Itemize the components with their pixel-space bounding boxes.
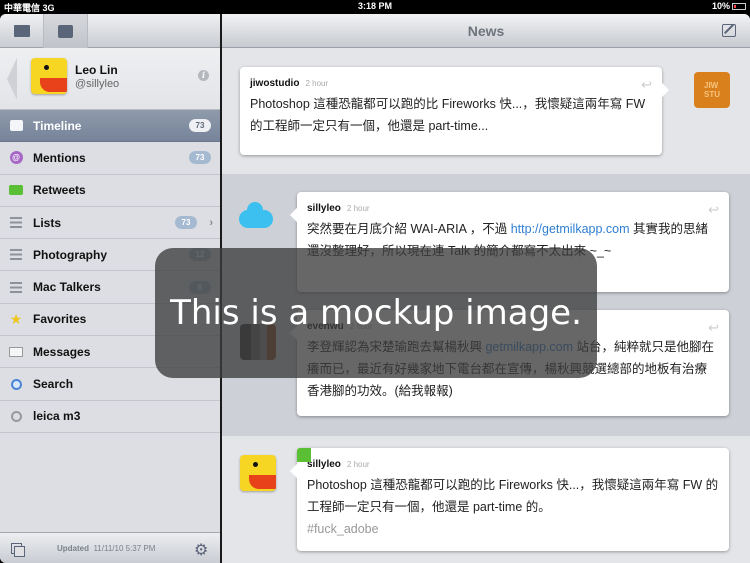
chevron-right-icon: ›	[209, 216, 213, 229]
sidebar-toolbar	[0, 14, 221, 48]
clock: 3:18 PM	[357, 1, 392, 11]
sidebar-item-timeline[interactable]: Timeline 73	[0, 110, 221, 143]
stack-icon	[13, 25, 30, 37]
mail-icon	[9, 346, 23, 357]
battery-icon	[732, 2, 746, 10]
avatar[interactable]: JIW STU	[694, 72, 730, 108]
reply-icon[interactable]: ↩	[641, 77, 652, 93]
tweet-card[interactable]: sillyleo 2 hour Photoshop 這種恐龍都可以跑的比 Fire…	[289, 448, 729, 551]
mention-icon: @	[9, 151, 23, 165]
reply-icon[interactable]: ↩	[708, 320, 719, 336]
count-badge: 73	[189, 151, 211, 165]
tweet-time: 2 hour	[305, 79, 329, 88]
list-icon	[10, 249, 22, 261]
retweet-icon	[9, 185, 23, 196]
count-badge: 73	[189, 119, 211, 133]
page-title: News	[467, 23, 505, 39]
sidebar-item-lists[interactable]: Lists 73 ›	[0, 207, 221, 240]
avatar[interactable]	[239, 200, 275, 236]
hashtag[interactable]: #fuck_adobe	[307, 522, 379, 536]
sidebar-item-saved-search[interactable]: leica m3	[0, 401, 221, 433]
search-icon	[10, 378, 22, 390]
tweet-text: Photoshop 這種恐龍都可以跑的比 Fireworks 快...，我懷疑這…	[250, 97, 646, 133]
updated-status: Updated 11/11/10 5:37 PM	[57, 544, 156, 553]
compose-icon[interactable]	[722, 24, 736, 37]
info-icon[interactable]: i	[198, 70, 209, 81]
reply-icon[interactable]: ↩	[708, 202, 719, 218]
back-arrow-icon[interactable]	[7, 58, 17, 100]
sidebar-item-retweets[interactable]: Retweets	[0, 175, 221, 207]
tweet-link[interactable]: http://getmilkapp.com	[511, 222, 630, 236]
tweet-author[interactable]: sillyleo	[307, 203, 341, 214]
profile-handle: @sillyleo	[75, 78, 120, 90]
timeline-icon	[9, 120, 23, 132]
avatar[interactable]	[240, 455, 276, 491]
tweet-author[interactable]: sillyleo	[307, 459, 341, 470]
tab-accounts[interactable]	[0, 14, 44, 48]
profile-name: Leo Lin	[75, 63, 118, 77]
sidebar-footer: Updated 11/11/10 5:37 PM ⚙	[0, 532, 221, 563]
mockup-watermark: This is a mockup image.	[155, 248, 597, 378]
status-bar: 中華電信 3G 3:18 PM 10%	[0, 0, 750, 14]
list-icon	[10, 281, 22, 293]
search-icon	[10, 410, 22, 422]
tweet-text: Photoshop 這種恐龍都可以跑的比 Fireworks 快...，我懷疑這…	[307, 478, 719, 536]
main-toolbar: News	[222, 14, 750, 48]
tweet-card[interactable]: jiwostudio 2 hour Photoshop 這種恐龍都可以跑的比 Fi…	[240, 67, 670, 155]
count-badge: 73	[175, 216, 197, 230]
tweet-time: 2 hour	[346, 204, 370, 213]
avatar	[31, 58, 67, 94]
note-icon	[58, 24, 73, 38]
tweet-author[interactable]: jiwostudio	[250, 78, 299, 89]
list-icon	[10, 217, 22, 229]
sidebar-item-mentions[interactable]: @ Mentions 73	[0, 142, 221, 175]
tab-timeline[interactable]	[44, 14, 88, 48]
battery: 10%	[712, 1, 746, 11]
retweet-corner-icon	[297, 448, 311, 462]
gear-icon[interactable]: ⚙	[194, 540, 208, 560]
profile-header[interactable]: Leo Lin @sillyleo i	[0, 48, 221, 110]
star-icon: ★	[9, 310, 23, 327]
windows-icon[interactable]	[11, 543, 25, 557]
tweet-time: 2 hour	[346, 460, 370, 469]
